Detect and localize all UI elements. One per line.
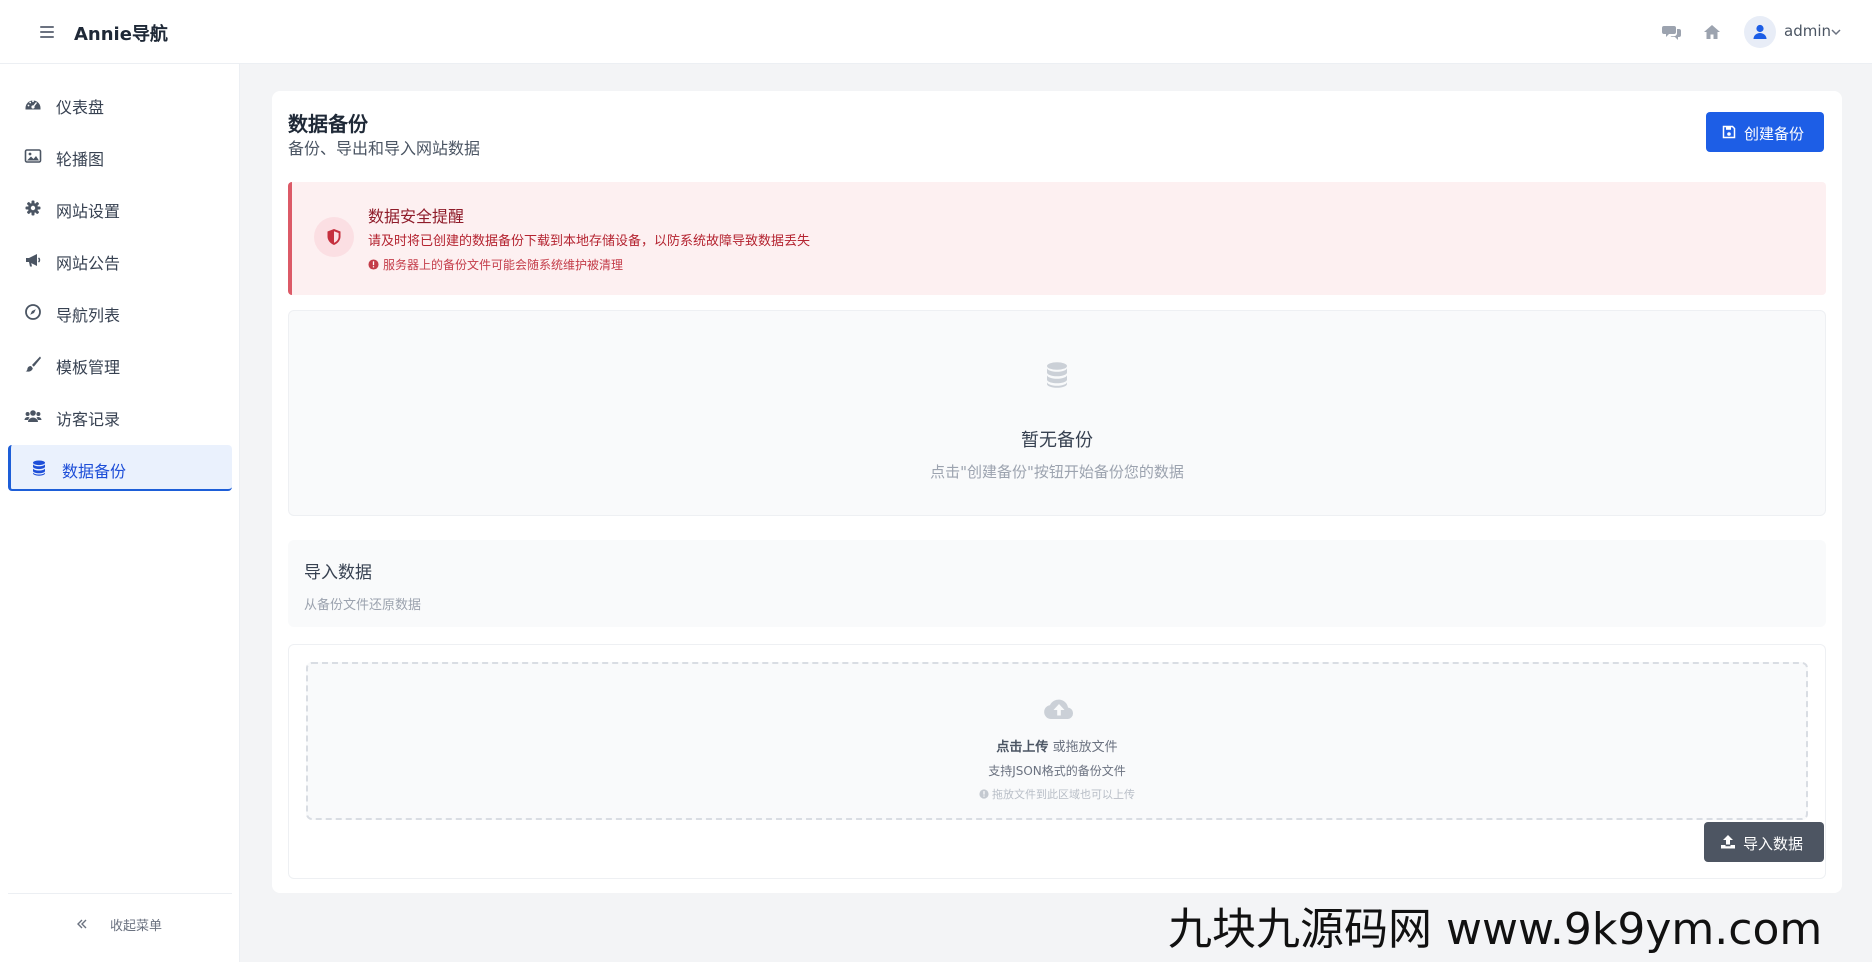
empty-title: 暂无备份 <box>1021 430 1093 451</box>
collapse-menu-label: 收起菜单 <box>110 919 163 934</box>
alert-text: 请及时将已创建的数据备份下载到本地存储设备，以防系统故障导致数据丢失 <box>368 234 811 249</box>
sidebar-item-label: 模板管理 <box>56 358 121 377</box>
chat-icon[interactable] <box>1662 22 1682 42</box>
users-icon <box>24 410 42 422</box>
main-card: 数据备份 备份、导出和导入网站数据 创建备份 数据安全提醒 请及时将已创建的数据… <box>272 91 1842 893</box>
empty-backup-state: 暂无备份 点击"创建备份"按钮开始备份您的数据 <box>288 310 1826 516</box>
upload-click-text[interactable]: 点击上传 <box>996 740 1048 755</box>
user-icon <box>1753 24 1767 39</box>
create-backup-label: 创建备份 <box>1744 126 1805 143</box>
sidebar-item-label: 仪表盘 <box>56 98 105 117</box>
database-icon <box>1047 362 1067 388</box>
sidebar-item-data-backup[interactable]: 数据备份 <box>8 445 232 491</box>
watermark-text: 九块九源码网 www.9k9ym.com <box>1168 904 1823 955</box>
sidebar-item-label: 导航列表 <box>56 306 121 325</box>
alert-title: 数据安全提醒 <box>368 207 465 226</box>
image-icon <box>24 149 42 163</box>
compass-icon <box>25 304 41 320</box>
upload-format-hint: 支持JSON格式的备份文件 <box>988 764 1126 778</box>
upload-drag-hint-text: 拖放文件到此区域也可以上传 <box>992 788 1135 801</box>
sidebar-item-announcement[interactable]: 网站公告 <box>8 237 232 283</box>
sidebar-item-visitors[interactable]: 访客记录 <box>8 393 232 439</box>
security-alert: 数据安全提醒 请及时将已创建的数据备份下载到本地存储设备，以防系统故障导致数据丢… <box>288 182 1826 295</box>
database-icon <box>33 460 45 476</box>
sidebar-item-label: 数据备份 <box>62 462 127 481</box>
import-data-label: 导入数据 <box>1743 836 1804 853</box>
app: Annie导航 admin 仪表盘 轮播图 网站设置 网站公告 导航列表 模板管… <box>0 0 1872 962</box>
megaphone-icon <box>26 254 41 267</box>
empty-description: 点击"创建备份"按钮开始备份您的数据 <box>930 463 1184 481</box>
import-title: 导入数据 <box>304 563 372 583</box>
home-icon[interactable] <box>1702 22 1722 42</box>
file-dropzone[interactable]: 点击上传 或拖放文件 支持JSON格式的备份文件 拖放文件到此区域也可以上传 <box>306 662 1808 820</box>
top-header: Annie导航 admin <box>0 0 1872 64</box>
sidebar-item-label: 访客记录 <box>56 410 121 429</box>
alert-note-text: 服务器上的备份文件可能会随系统维护被清理 <box>383 258 624 272</box>
sidebar-item-label: 网站公告 <box>56 254 121 273</box>
sidebar-item-label: 轮播图 <box>56 150 105 169</box>
alert-shield-badge <box>314 217 354 257</box>
sidebar: 仪表盘 轮播图 网站设置 网站公告 导航列表 模板管理 访客记录 数据备份 收起… <box>0 64 240 962</box>
double-chevron-left-icon <box>77 919 87 929</box>
user-name[interactable]: admin <box>1784 22 1831 40</box>
brand-title[interactable]: Annie导航 <box>74 20 168 46</box>
upload-section: 点击上传 或拖放文件 支持JSON格式的备份文件 拖放文件到此区域也可以上传 导… <box>288 644 1826 879</box>
import-header: 导入数据 从备份文件还原数据 <box>288 540 1826 627</box>
sidebar-item-carousel[interactable]: 轮播图 <box>8 133 232 179</box>
page-title: 数据备份 <box>288 112 368 136</box>
cloud-upload-icon <box>1044 699 1074 719</box>
chevron-down-icon[interactable] <box>1830 26 1842 38</box>
info-circle-icon <box>368 259 379 270</box>
alert-note: 服务器上的备份文件可能会随系统维护被清理 <box>368 256 623 273</box>
menu-toggle-icon[interactable] <box>36 22 58 42</box>
info-circle-icon <box>979 789 989 799</box>
sidebar-item-dashboard[interactable]: 仪表盘 <box>8 81 232 127</box>
avatar[interactable] <box>1744 16 1776 48</box>
brush-icon <box>25 356 41 372</box>
sidebar-item-site-settings[interactable]: 网站设置 <box>8 185 232 231</box>
upload-drag-hint: 拖放文件到此区域也可以上传 <box>308 786 1806 802</box>
dashboard-icon <box>25 100 41 110</box>
gear-icon <box>25 200 41 216</box>
save-icon <box>1722 125 1736 139</box>
sidebar-item-templates[interactable]: 模板管理 <box>8 341 232 387</box>
import-data-button[interactable]: 导入数据 <box>1704 822 1824 862</box>
create-backup-button[interactable]: 创建备份 <box>1706 112 1824 152</box>
sidebar-divider <box>8 893 232 894</box>
sidebar-item-label: 网站设置 <box>56 202 121 221</box>
shield-icon <box>327 229 341 245</box>
upload-drag-text: 或拖放文件 <box>1048 740 1118 755</box>
upload-instruction: 点击上传 或拖放文件 <box>308 736 1806 755</box>
sidebar-item-nav-list[interactable]: 导航列表 <box>8 289 232 335</box>
page-subtitle: 备份、导出和导入网站数据 <box>288 139 481 158</box>
upload-icon <box>1721 835 1735 849</box>
import-subtitle: 从备份文件还原数据 <box>304 598 422 613</box>
